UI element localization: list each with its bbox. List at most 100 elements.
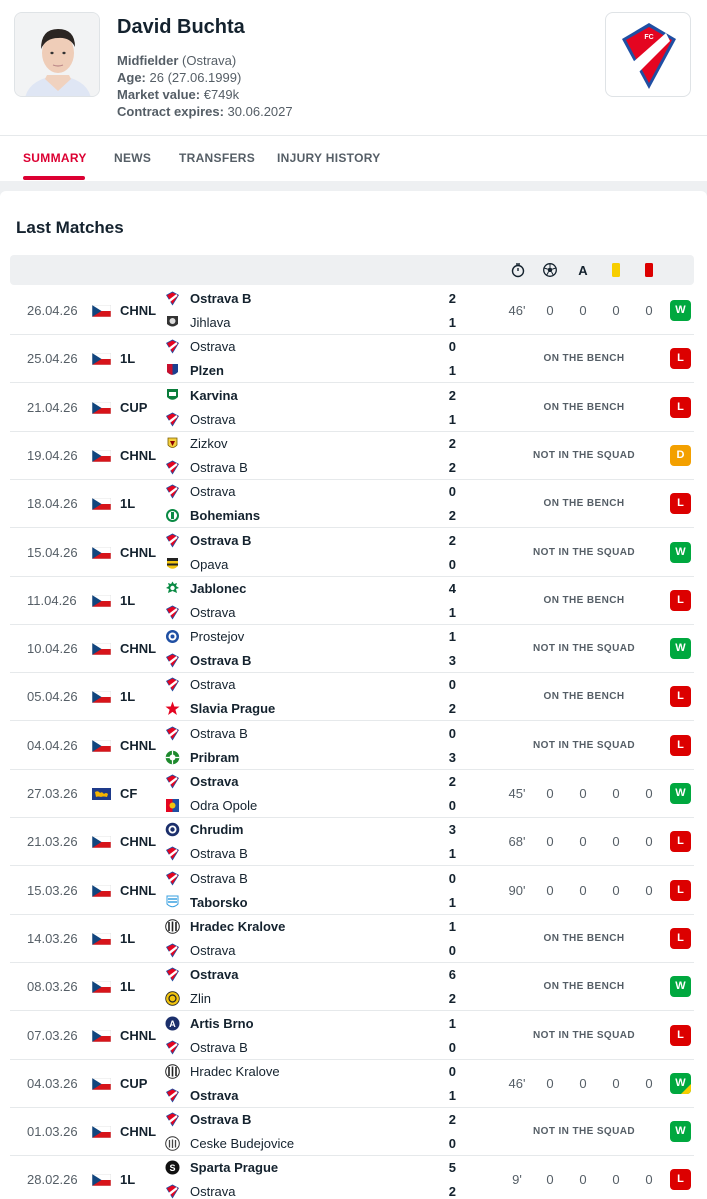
home-team[interactable]: Ostrava (190, 484, 236, 499)
match-row[interactable]: 04.04.26 CHNL Ostrava B Pribram 0 3 NOT IN THE… (10, 722, 694, 770)
competition-label[interactable]: CHNL (120, 1028, 156, 1043)
match-row[interactable]: 21.03.26 CHNL Chrudim Ostrava B 3 1 68' 0 0 0 0 L (10, 818, 694, 867)
competition-label[interactable]: CHNL (120, 641, 156, 656)
home-team[interactable]: Ostrava (190, 774, 238, 789)
match-row[interactable]: 14.03.26 1L Hradec Kralove Ostrava 1 0 ON THE … (10, 915, 694, 963)
home-team[interactable]: Zizkov (190, 436, 228, 451)
competition-label[interactable]: 1L (120, 931, 135, 946)
away-team[interactable]: Ostrava (190, 1184, 236, 1199)
away-team[interactable]: Plzen (190, 363, 224, 378)
competition-label[interactable]: CHNL (120, 834, 156, 849)
home-team[interactable]: Jablonec (190, 581, 246, 596)
away-team[interactable]: Opava (190, 557, 228, 572)
home-team[interactable]: Ostrava (190, 339, 236, 354)
competition-label[interactable]: 1L (120, 1172, 135, 1187)
away-team[interactable]: Ostrava (190, 943, 236, 958)
competition-label[interactable]: 1L (120, 979, 135, 994)
home-team[interactable]: Ostrava B (190, 533, 251, 548)
home-team[interactable]: Prostejov (190, 629, 244, 644)
result-badge[interactable]: D (670, 444, 691, 466)
away-team[interactable]: Pribram (190, 750, 239, 765)
result-badge[interactable]: L (670, 927, 691, 949)
home-team[interactable]: Ostrava B (190, 1112, 251, 1127)
match-row[interactable]: 26.04.26 CHNL Ostrava B Jihlava 2 1 46' 0 0 0 0 W (10, 287, 694, 335)
competition-label[interactable]: 1L (120, 689, 135, 704)
away-team[interactable]: Ostrava (190, 412, 236, 427)
match-row[interactable]: 27.03.26 CF Ostrava Odra Opole 2 0 45' 0 0 0 0 W (10, 770, 694, 818)
home-team[interactable]: Sparta Prague (190, 1160, 278, 1175)
home-team[interactable]: Ostrava (190, 967, 238, 982)
result-badge[interactable]: L (670, 1024, 691, 1046)
competition-label[interactable]: CUP (120, 400, 147, 415)
away-team[interactable]: Ostrava B (190, 653, 251, 668)
result-badge[interactable]: L (670, 348, 691, 370)
result-badge[interactable]: L (670, 686, 691, 708)
result-badge[interactable]: W (670, 1072, 691, 1094)
home-team[interactable]: Ostrava B (190, 291, 251, 306)
tab-summary[interactable]: SUMMARY (23, 151, 87, 165)
result-badge[interactable]: W (670, 783, 691, 804)
competition-label[interactable]: 1L (120, 496, 135, 511)
home-team[interactable]: Chrudim (190, 822, 243, 837)
match-row[interactable]: 18.04.26 1L Ostrava Bohemians 0 2 ON THE BENCH… (10, 480, 694, 529)
match-row[interactable]: 11.04.26 1L Jablonec Ostrava 4 1 ON THE BENCH L (10, 577, 694, 625)
away-team[interactable]: Odra Opole (190, 798, 257, 813)
tab-news[interactable]: NEWS (114, 151, 151, 165)
away-team[interactable]: Ostrava B (190, 846, 248, 861)
competition-label[interactable]: CF (120, 786, 137, 801)
match-row[interactable]: 05.04.26 1L Ostrava Slavia Prague 0 2 ON THE B… (10, 673, 694, 722)
away-team[interactable]: Jihlava (190, 315, 230, 330)
match-row[interactable]: 15.03.26 CHNL Ostrava B Taborsko 0 1 90' 0 0 0 0 L (10, 867, 694, 915)
match-row[interactable]: 15.04.26 CHNL Ostrava B Opava 2 0 NOT IN THE S… (10, 529, 694, 577)
away-team[interactable]: Zlin (190, 991, 211, 1006)
result-badge[interactable]: L (670, 734, 691, 756)
result-badge[interactable]: L (670, 879, 691, 901)
match-row[interactable]: 21.04.26 CUP Karvina Ostrava 2 1 ON THE BENCH L (10, 384, 694, 432)
competition-label[interactable]: CHNL (120, 448, 156, 463)
away-team[interactable]: Ostrava B (190, 1040, 248, 1055)
result-badge[interactable]: L (670, 493, 691, 515)
result-badge[interactable]: W (670, 638, 691, 660)
competition-label[interactable]: CHNL (120, 303, 156, 318)
match-row[interactable]: 01.03.26 CHNL Ostrava B Ceske Budejovice 2 0 N… (10, 1108, 694, 1157)
competition-label[interactable]: 1L (120, 593, 135, 608)
away-team[interactable]: Ostrava (190, 1088, 238, 1103)
match-row[interactable]: 10.04.26 CHNL Prostejov Ostrava B 1 3 NOT IN T… (10, 625, 694, 674)
result-badge[interactable]: L (670, 1169, 691, 1191)
result-badge[interactable]: L (670, 396, 691, 418)
away-team[interactable]: Ostrava (190, 605, 236, 620)
away-team[interactable]: Ostrava B (190, 460, 248, 475)
club-logo[interactable]: FC (605, 12, 691, 97)
result-badge[interactable]: W (670, 976, 691, 998)
match-row[interactable]: 08.03.26 1L Ostrava Zlin 6 2 ON THE BENCH W (10, 963, 694, 1012)
competition-label[interactable]: CUP (120, 1076, 147, 1091)
match-row[interactable]: 28.02.26 1L S Sparta Prague Ostrava 5 2 9' 0 0 0 0 L (10, 1156, 694, 1199)
home-team[interactable]: Karvina (190, 388, 238, 403)
competition-label[interactable]: 1L (120, 351, 135, 366)
away-team[interactable]: Slavia Prague (190, 701, 275, 716)
tab-transfers[interactable]: TRANSFERS (179, 151, 255, 165)
result-badge[interactable]: W (670, 300, 691, 321)
match-row[interactable]: 07.03.26 CHNL A Artis Brno Ostrava B 1 0 NOT IN… (10, 1012, 694, 1060)
home-team[interactable]: Ostrava (190, 677, 236, 692)
result-badge[interactable]: L (670, 589, 691, 611)
home-team[interactable]: Ostrava B (190, 726, 248, 741)
result-badge[interactable]: L (670, 831, 691, 853)
competition-label[interactable]: CHNL (120, 883, 156, 898)
result-badge[interactable]: W (670, 541, 691, 563)
competition-label[interactable]: CHNL (120, 1124, 156, 1139)
away-team[interactable]: Bohemians (190, 508, 260, 523)
match-row[interactable]: 19.04.26 CHNL Zizkov Ostrava B 2 2 NOT IN THE … (10, 432, 694, 480)
tab-injury-history[interactable]: INJURY HISTORY (277, 151, 381, 165)
away-team[interactable]: Ceske Budejovice (190, 1136, 294, 1151)
home-team[interactable]: Hradec Kralove (190, 1064, 280, 1079)
away-team[interactable]: Taborsko (190, 895, 248, 910)
home-team[interactable]: Artis Brno (190, 1016, 254, 1031)
match-row[interactable]: 25.04.26 1L Ostrava Plzen 0 1 ON THE BENCH L (10, 335, 694, 384)
home-team[interactable]: Hradec Kralove (190, 919, 285, 934)
competition-label[interactable]: CHNL (120, 738, 156, 753)
result-badge[interactable]: W (670, 1121, 691, 1143)
home-team[interactable]: Ostrava B (190, 871, 248, 886)
competition-label[interactable]: CHNL (120, 545, 156, 560)
match-row[interactable]: 04.03.26 CUP Hradec Kralove Ostrava 0 1 46' 0 0 0… (10, 1060, 694, 1108)
